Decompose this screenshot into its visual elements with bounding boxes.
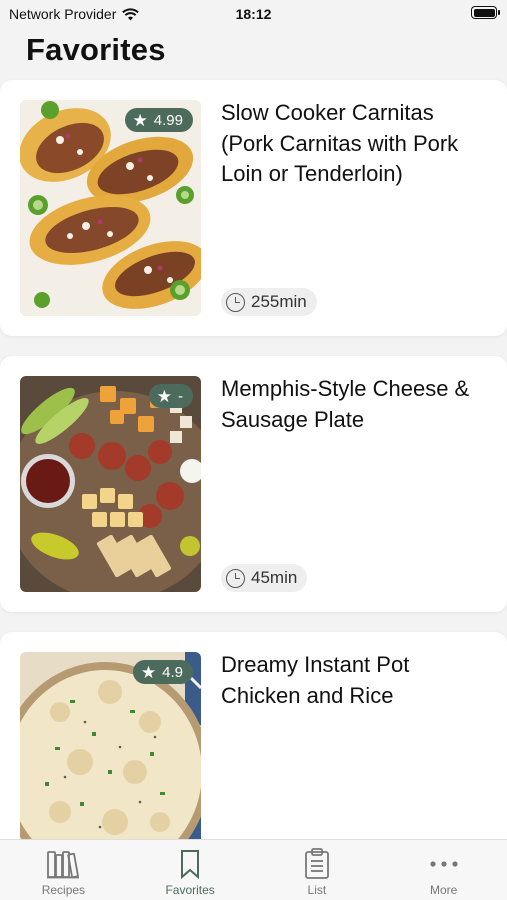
rating-badge: ★ - — [148, 384, 193, 408]
cook-time: 255min — [251, 292, 307, 311]
bookmark-icon — [179, 848, 201, 880]
recipe-title: Dreamy Instant Pot Chicken and Rice — [221, 652, 410, 708]
tab-label: List — [307, 883, 327, 897]
recipe-card[interactable]: ★ - Memphis-Style Cheese & Sausage Plate… — [0, 356, 507, 612]
rating-value: 4.9 — [162, 663, 183, 681]
tab-more[interactable]: More — [380, 840, 507, 900]
clock-icon — [226, 568, 245, 588]
rating-badge: ★ 4.99 — [124, 108, 193, 132]
more-dots-icon — [429, 848, 459, 880]
star-icon: ★ — [132, 110, 148, 130]
cook-time-chip: 45min — [221, 564, 308, 592]
recipe-title: Memphis-Style Cheese & Sausage Plate — [221, 376, 470, 432]
tacos-photo: ★ 4.99 — [20, 100, 201, 316]
cook-time: 45min — [251, 568, 298, 587]
tab-label: Favorites — [165, 883, 215, 897]
tab-label: Recipes — [41, 883, 86, 897]
clock-time: 18:12 — [235, 6, 272, 22]
chicken-rice-photo: ★ 4.9 — [20, 652, 201, 868]
star-icon: ★ — [140, 662, 157, 682]
cheese-sausage-plate-photo: ★ - — [20, 376, 201, 592]
tab-bar: Recipes Favorites List More — [0, 839, 507, 900]
recipe-title: Slow Cooker Carnitas (Pork Carnitas with… — [221, 100, 459, 186]
clipboard-icon — [304, 848, 330, 880]
tab-recipes[interactable]: Recipes — [0, 840, 127, 900]
books-icon — [46, 848, 80, 880]
clock-icon — [226, 292, 245, 312]
tab-list[interactable]: List — [254, 840, 381, 900]
rating-value: - — [178, 387, 183, 405]
star-icon: ★ — [156, 386, 172, 406]
tab-favorites[interactable]: Favorites — [127, 840, 254, 900]
tab-label: More — [429, 883, 458, 897]
page-title: Favorites — [26, 32, 166, 67]
rating-badge: ★ 4.9 — [132, 660, 193, 684]
favorites-screen: Network Provider 18:12 Favorites ★ 4.99 … — [0, 0, 507, 900]
rating-value: 4.99 — [153, 111, 183, 129]
status-bar: Network Provider 18:12 — [0, 0, 507, 28]
battery-icon — [471, 6, 500, 19]
recipe-card[interactable]: ★ 4.99 Slow Cooker Carnitas (Pork Carnit… — [0, 80, 507, 336]
cook-time-chip: 255min — [221, 288, 317, 316]
